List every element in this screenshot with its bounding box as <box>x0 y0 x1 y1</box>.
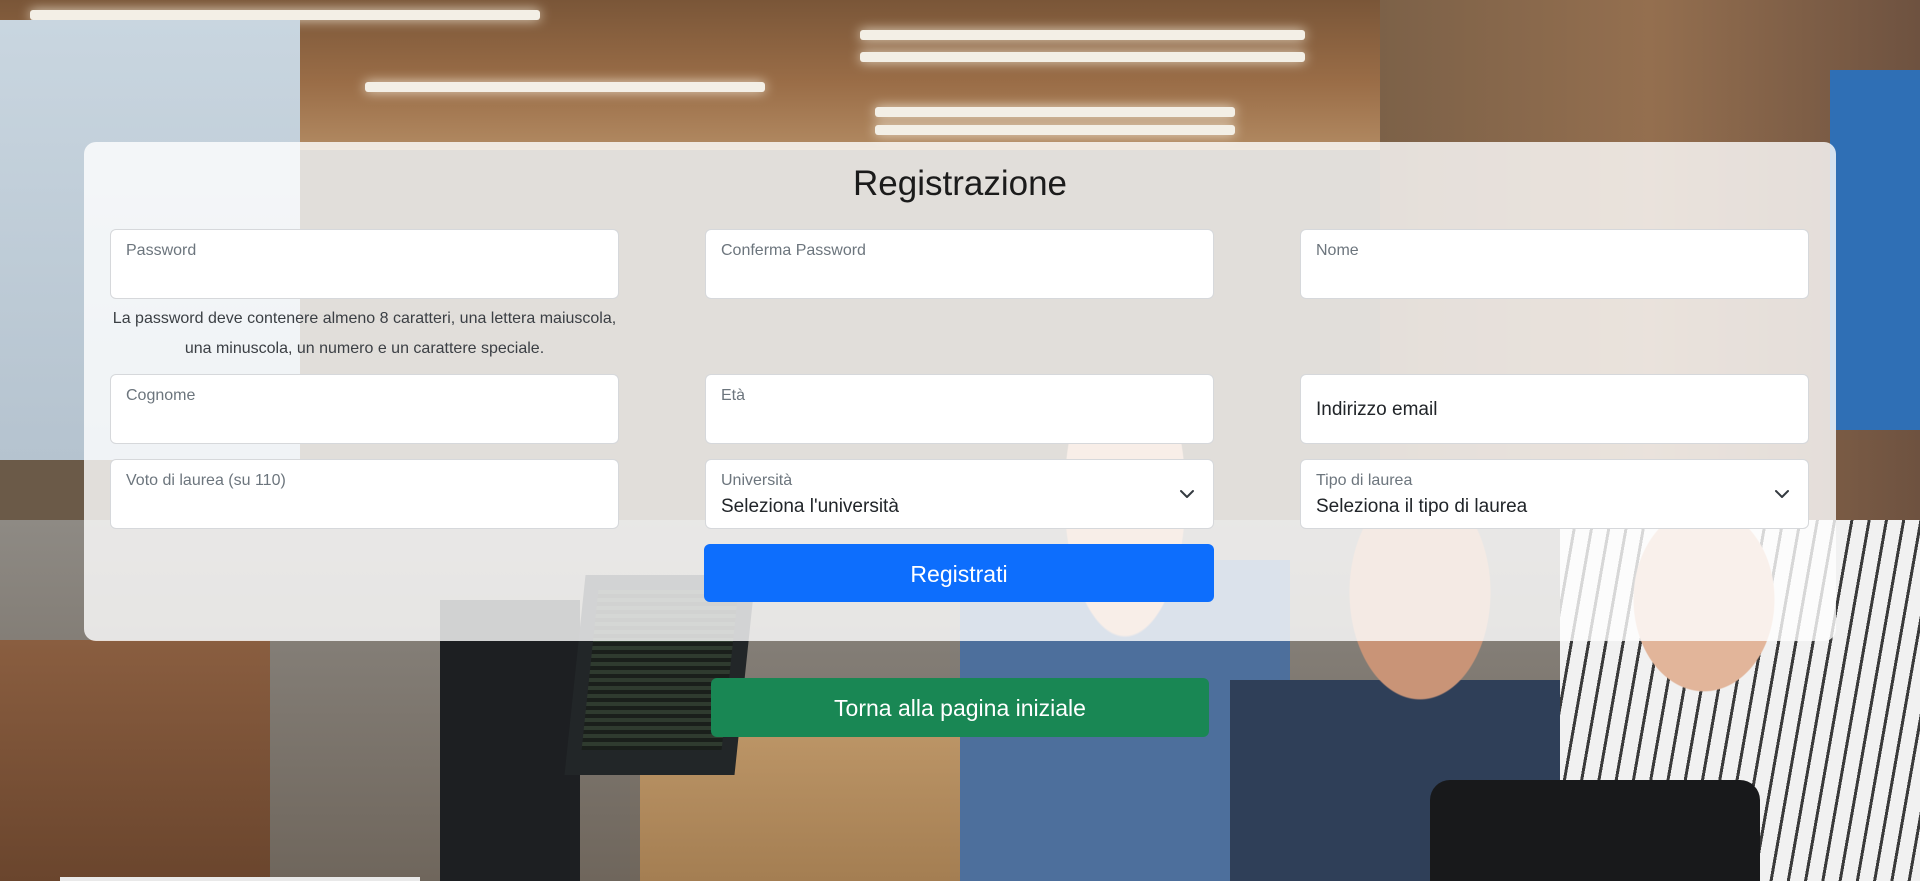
background-chair <box>1430 780 1760 881</box>
university-selected-value: Seleziona l'università <box>721 496 899 517</box>
background-sofa <box>0 640 270 881</box>
university-label: Università <box>721 472 793 489</box>
age-label: Età <box>721 387 746 404</box>
grade-label: Voto di laurea (su 110) <box>126 472 286 489</box>
email-field[interactable]: Indirizzo email <box>1300 374 1809 444</box>
degree-type-select[interactable]: Tipo di laurea Seleziona il tipo di laur… <box>1300 459 1809 529</box>
background-monitor <box>440 600 580 881</box>
age-field[interactable]: Età <box>705 374 1214 444</box>
background-light <box>860 52 1305 62</box>
first-name-label: Nome <box>1316 242 1359 259</box>
background-light <box>30 10 540 20</box>
degree-type-label: Tipo di laurea <box>1316 472 1413 489</box>
background-light <box>860 30 1305 40</box>
chevron-down-icon <box>1775 490 1789 498</box>
background-light <box>365 82 765 92</box>
password-hint: La password deve contenere almeno 8 cara… <box>112 310 617 357</box>
chevron-down-icon <box>1180 490 1194 498</box>
last-name-label: Cognome <box>126 387 196 404</box>
university-select[interactable]: Università Seleziona l'università <box>705 459 1214 529</box>
background-light <box>875 125 1235 135</box>
registration-form-card: Registrazione Password Conferma Password… <box>84 142 1836 641</box>
last-name-field[interactable]: Cognome <box>110 374 619 444</box>
background-poster <box>1830 70 1920 430</box>
register-button[interactable]: Registrati <box>704 544 1214 602</box>
email-label: Indirizzo email <box>1316 399 1438 420</box>
password-field[interactable]: Password <box>110 229 619 299</box>
first-name-field[interactable]: Nome <box>1300 229 1809 299</box>
background-strip <box>60 877 420 881</box>
back-to-home-button[interactable]: Torna alla pagina iniziale <box>711 678 1209 737</box>
grade-field[interactable]: Voto di laurea (su 110) <box>110 459 619 529</box>
confirm-password-field[interactable]: Conferma Password <box>705 229 1214 299</box>
confirm-password-label: Conferma Password <box>721 242 866 259</box>
degree-type-selected-value: Seleziona il tipo di laurea <box>1316 496 1528 517</box>
background-light <box>875 107 1235 117</box>
password-label: Password <box>126 242 197 259</box>
form-title: Registrazione <box>853 164 1067 203</box>
